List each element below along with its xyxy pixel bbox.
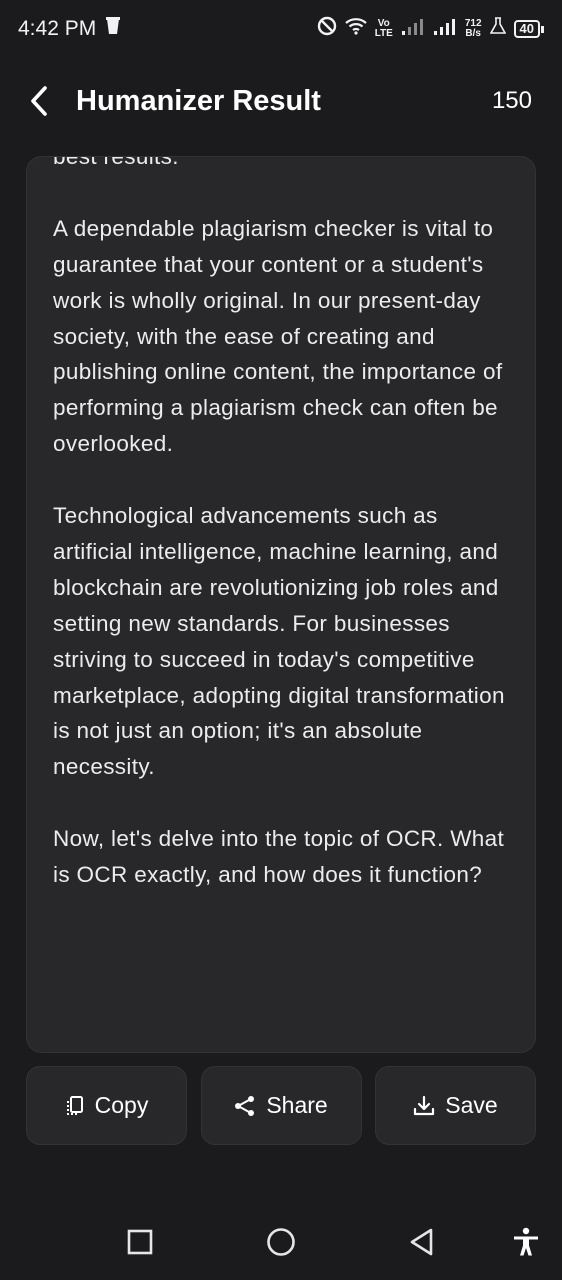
result-text: best results. A dependable plagiarism ch…: [53, 156, 513, 929]
result-paragraph: best results.: [53, 156, 179, 169]
net-speed-unit: B/s: [465, 28, 481, 39]
chevron-left-icon: [31, 86, 47, 116]
battery-level: 40: [513, 20, 540, 38]
wifi-icon: [344, 17, 367, 41]
result-paragraph: Now, let's delve into the topic of OCR. …: [53, 826, 505, 888]
home-button[interactable]: [261, 1222, 301, 1262]
share-label: Share: [266, 1092, 328, 1118]
result-card[interactable]: best results. A dependable plagiarism ch…: [26, 156, 536, 1053]
back-nav-button[interactable]: [402, 1222, 442, 1262]
share-button[interactable]: Share: [200, 1066, 362, 1145]
status-left: 4:42 PM: [18, 17, 121, 41]
share-icon: [235, 1095, 255, 1116]
trash-icon: [106, 17, 121, 41]
home-icon: [267, 1228, 295, 1256]
battery-tip: [541, 25, 544, 33]
flask-icon: [489, 17, 506, 41]
status-bar: 4:42 PM Vo LTE 712 B/s 40: [0, 0, 562, 58]
volte-indicator: Vo LTE: [375, 19, 393, 39]
copy-button[interactable]: Copy: [26, 1066, 187, 1145]
signal-icon: [433, 17, 457, 41]
action-bar: Copy Share Save: [26, 1066, 536, 1146]
volte-bottom: LTE: [374, 28, 393, 39]
recents-button[interactable]: [120, 1222, 160, 1262]
recents-icon: [127, 1229, 153, 1255]
copy-label: Copy: [94, 1092, 149, 1118]
accessibility-button[interactable]: [506, 1222, 546, 1262]
save-label: Save: [445, 1092, 498, 1118]
signal-icon: [401, 17, 425, 41]
battery-icon: 40: [513, 20, 544, 38]
dnd-icon: [317, 16, 337, 42]
back-button[interactable]: [30, 81, 60, 121]
accessibility-icon: [514, 1227, 538, 1256]
result-paragraph: Technological advancements such as artif…: [53, 503, 505, 780]
save-button[interactable]: Save: [375, 1066, 536, 1145]
result-paragraph: A dependable plagiarism checker is vital…: [53, 215, 503, 457]
system-nav-bar: [0, 1200, 562, 1280]
page-title: Humanizer Result: [76, 84, 321, 117]
word-count: 150: [491, 87, 532, 114]
status-time: 4:42 PM: [18, 17, 97, 40]
back-icon: [410, 1228, 433, 1256]
net-speed: 712 B/s: [465, 19, 482, 39]
download-icon: [414, 1095, 435, 1115]
app-bar: Humanizer Result 150: [0, 70, 562, 132]
copy-icon: [66, 1095, 83, 1115]
status-right: Vo LTE 712 B/s 40: [317, 16, 544, 42]
